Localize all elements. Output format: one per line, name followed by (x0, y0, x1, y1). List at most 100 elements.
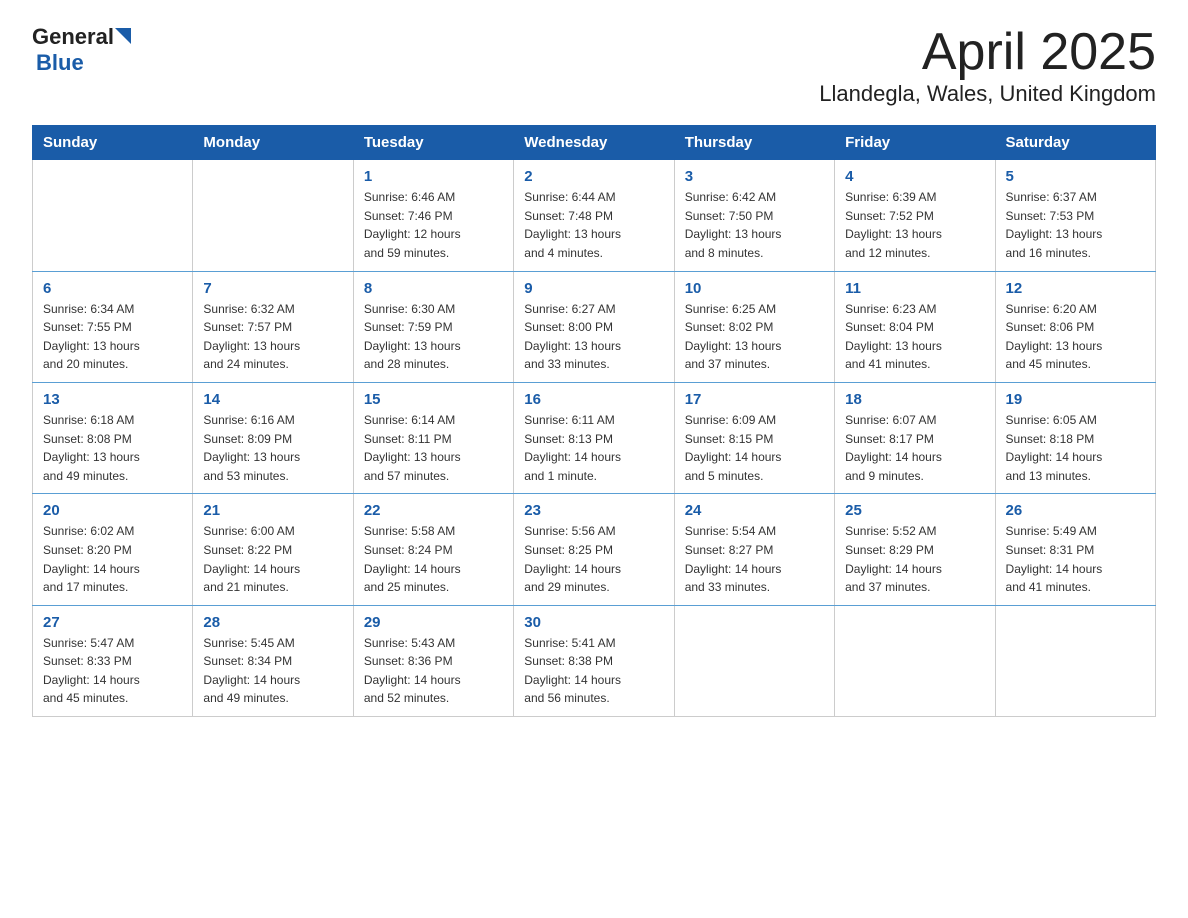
header-saturday: Saturday (995, 126, 1155, 160)
calendar-cell: 22Sunrise: 5:58 AM Sunset: 8:24 PM Dayli… (353, 494, 513, 605)
day-number: 16 (524, 391, 663, 408)
day-number: 29 (364, 614, 503, 631)
day-number: 23 (524, 502, 663, 519)
calendar-cell (674, 605, 834, 716)
day-number: 20 (43, 502, 182, 519)
day-info: Sunrise: 6:18 AM Sunset: 8:08 PM Dayligh… (43, 411, 182, 485)
day-info: Sunrise: 5:52 AM Sunset: 8:29 PM Dayligh… (845, 522, 984, 596)
week-row-5: 27Sunrise: 5:47 AM Sunset: 8:33 PM Dayli… (33, 605, 1156, 716)
logo-general-text: General (32, 24, 114, 50)
day-number: 11 (845, 280, 984, 297)
calendar-cell: 17 Sunrise: 6:09 AM Sunset: 8:15 PM Dayli… (674, 382, 834, 493)
day-info: Sunrise: 6:44 AM Sunset: 7:48 PM Dayligh… (524, 188, 663, 262)
logo-arrow-icon (115, 28, 135, 48)
day-number: 6 (43, 280, 182, 297)
week-row-4: 20 Sunrise: 6:02 AM Sunset: 8:20 PM Dayli… (33, 494, 1156, 605)
day-info: Sunrise: 6:42 AM Sunset: 7:50 PM Dayligh… (685, 188, 824, 262)
day-info: Sunrise: 5:45 AM Sunset: 8:34 PM Dayligh… (203, 634, 342, 708)
calendar-cell (835, 605, 995, 716)
day-number: 2 (524, 168, 663, 185)
calendar-header-row: SundayMondayTuesdayWednesdayThursdayFrid… (33, 126, 1156, 160)
calendar-cell: 10 Sunrise: 6:25 AM Sunset: 8:02 PM Dayli… (674, 271, 834, 382)
day-info: Sunrise: 6:46 AM Sunset: 7:46 PM Dayligh… (364, 188, 503, 262)
calendar-cell: 19 Sunrise: 6:05 AM Sunset: 8:18 PM Dayli… (995, 382, 1155, 493)
day-number: 14 (203, 391, 342, 408)
day-info: Sunrise: 6:34 AM Sunset: 7:55 PM Dayligh… (43, 300, 182, 374)
calendar-cell: 11 Sunrise: 6:23 AM Sunset: 8:04 PM Dayli… (835, 271, 995, 382)
calendar-cell: 25 Sunrise: 5:52 AM Sunset: 8:29 PM Dayli… (835, 494, 995, 605)
calendar-cell: 15 Sunrise: 6:14 AM Sunset: 8:11 PM Dayli… (353, 382, 513, 493)
page-title: April 2025 (819, 24, 1156, 81)
day-info: Sunrise: 6:25 AM Sunset: 8:02 PM Dayligh… (685, 300, 824, 374)
title-block: April 2025 Llandegla, Wales, United King… (819, 24, 1156, 107)
header-thursday: Thursday (674, 126, 834, 160)
header-monday: Monday (193, 126, 353, 160)
day-number: 30 (524, 614, 663, 631)
day-info: Sunrise: 6:23 AM Sunset: 8:04 PM Dayligh… (845, 300, 984, 374)
day-number: 12 (1006, 280, 1145, 297)
day-number: 21 (203, 502, 342, 519)
calendar-cell: 7Sunrise: 6:32 AM Sunset: 7:57 PM Daylig… (193, 271, 353, 382)
day-number: 3 (685, 168, 824, 185)
day-number: 13 (43, 391, 182, 408)
calendar-cell: 20 Sunrise: 6:02 AM Sunset: 8:20 PM Dayli… (33, 494, 193, 605)
day-number: 15 (364, 391, 503, 408)
day-info: Sunrise: 5:54 AM Sunset: 8:27 PM Dayligh… (685, 522, 824, 596)
day-number: 17 (685, 391, 824, 408)
day-info: Sunrise: 5:43 AM Sunset: 8:36 PM Dayligh… (364, 634, 503, 708)
calendar-cell: 27Sunrise: 5:47 AM Sunset: 8:33 PM Dayli… (33, 605, 193, 716)
logo: General Blue (32, 24, 135, 76)
day-info: Sunrise: 6:14 AM Sunset: 8:11 PM Dayligh… (364, 411, 503, 485)
day-info: Sunrise: 5:56 AM Sunset: 8:25 PM Dayligh… (524, 522, 663, 596)
day-info: Sunrise: 6:20 AM Sunset: 8:06 PM Dayligh… (1006, 300, 1145, 374)
day-number: 8 (364, 280, 503, 297)
day-info: Sunrise: 6:30 AM Sunset: 7:59 PM Dayligh… (364, 300, 503, 374)
calendar-cell: 23 Sunrise: 5:56 AM Sunset: 8:25 PM Dayli… (514, 494, 674, 605)
day-number: 18 (845, 391, 984, 408)
day-info: Sunrise: 6:27 AM Sunset: 8:00 PM Dayligh… (524, 300, 663, 374)
logo-blue-text: Blue (36, 50, 84, 76)
calendar-cell (33, 160, 193, 271)
day-number: 27 (43, 614, 182, 631)
day-number: 1 (364, 168, 503, 185)
calendar-cell: 13 Sunrise: 6:18 AM Sunset: 8:08 PM Dayli… (33, 382, 193, 493)
day-number: 26 (1006, 502, 1145, 519)
day-info: Sunrise: 6:32 AM Sunset: 7:57 PM Dayligh… (203, 300, 342, 374)
calendar-table: SundayMondayTuesdayWednesdayThursdayFrid… (32, 125, 1156, 717)
day-number: 28 (203, 614, 342, 631)
day-info: Sunrise: 6:05 AM Sunset: 8:18 PM Dayligh… (1006, 411, 1145, 485)
page-header: General Blue April 2025 Llandegla, Wales… (32, 24, 1156, 107)
calendar-cell: 2 Sunrise: 6:44 AM Sunset: 7:48 PM Daylig… (514, 160, 674, 271)
calendar-cell: 12 Sunrise: 6:20 AM Sunset: 8:06 PM Dayli… (995, 271, 1155, 382)
calendar-cell: 9Sunrise: 6:27 AM Sunset: 8:00 PM Daylig… (514, 271, 674, 382)
calendar-cell (193, 160, 353, 271)
calendar-cell: 3 Sunrise: 6:42 AM Sunset: 7:50 PM Daylig… (674, 160, 834, 271)
calendar-cell: 29 Sunrise: 5:43 AM Sunset: 8:36 PM Dayli… (353, 605, 513, 716)
day-number: 10 (685, 280, 824, 297)
calendar-cell: 14Sunrise: 6:16 AM Sunset: 8:09 PM Dayli… (193, 382, 353, 493)
calendar-cell: 4 Sunrise: 6:39 AM Sunset: 7:52 PM Daylig… (835, 160, 995, 271)
day-number: 25 (845, 502, 984, 519)
header-friday: Friday (835, 126, 995, 160)
day-info: Sunrise: 6:00 AM Sunset: 8:22 PM Dayligh… (203, 522, 342, 596)
header-tuesday: Tuesday (353, 126, 513, 160)
day-number: 4 (845, 168, 984, 185)
day-info: Sunrise: 5:49 AM Sunset: 8:31 PM Dayligh… (1006, 522, 1145, 596)
week-row-1: 1 Sunrise: 6:46 AM Sunset: 7:46 PM Daylig… (33, 160, 1156, 271)
day-info: Sunrise: 6:09 AM Sunset: 8:15 PM Dayligh… (685, 411, 824, 485)
calendar-cell (995, 605, 1155, 716)
calendar-cell: 8 Sunrise: 6:30 AM Sunset: 7:59 PM Daylig… (353, 271, 513, 382)
day-info: Sunrise: 6:07 AM Sunset: 8:17 PM Dayligh… (845, 411, 984, 485)
day-info: Sunrise: 6:37 AM Sunset: 7:53 PM Dayligh… (1006, 188, 1145, 262)
day-number: 22 (364, 502, 503, 519)
calendar-cell: 26 Sunrise: 5:49 AM Sunset: 8:31 PM Dayli… (995, 494, 1155, 605)
day-number: 19 (1006, 391, 1145, 408)
calendar-cell: 28 Sunrise: 5:45 AM Sunset: 8:34 PM Dayli… (193, 605, 353, 716)
calendar-cell: 1 Sunrise: 6:46 AM Sunset: 7:46 PM Daylig… (353, 160, 513, 271)
calendar-cell: 24 Sunrise: 5:54 AM Sunset: 8:27 PM Dayli… (674, 494, 834, 605)
day-number: 5 (1006, 168, 1145, 185)
day-number: 24 (685, 502, 824, 519)
day-info: Sunrise: 6:02 AM Sunset: 8:20 PM Dayligh… (43, 522, 182, 596)
calendar-cell: 18 Sunrise: 6:07 AM Sunset: 8:17 PM Dayli… (835, 382, 995, 493)
day-info: Sunrise: 6:39 AM Sunset: 7:52 PM Dayligh… (845, 188, 984, 262)
